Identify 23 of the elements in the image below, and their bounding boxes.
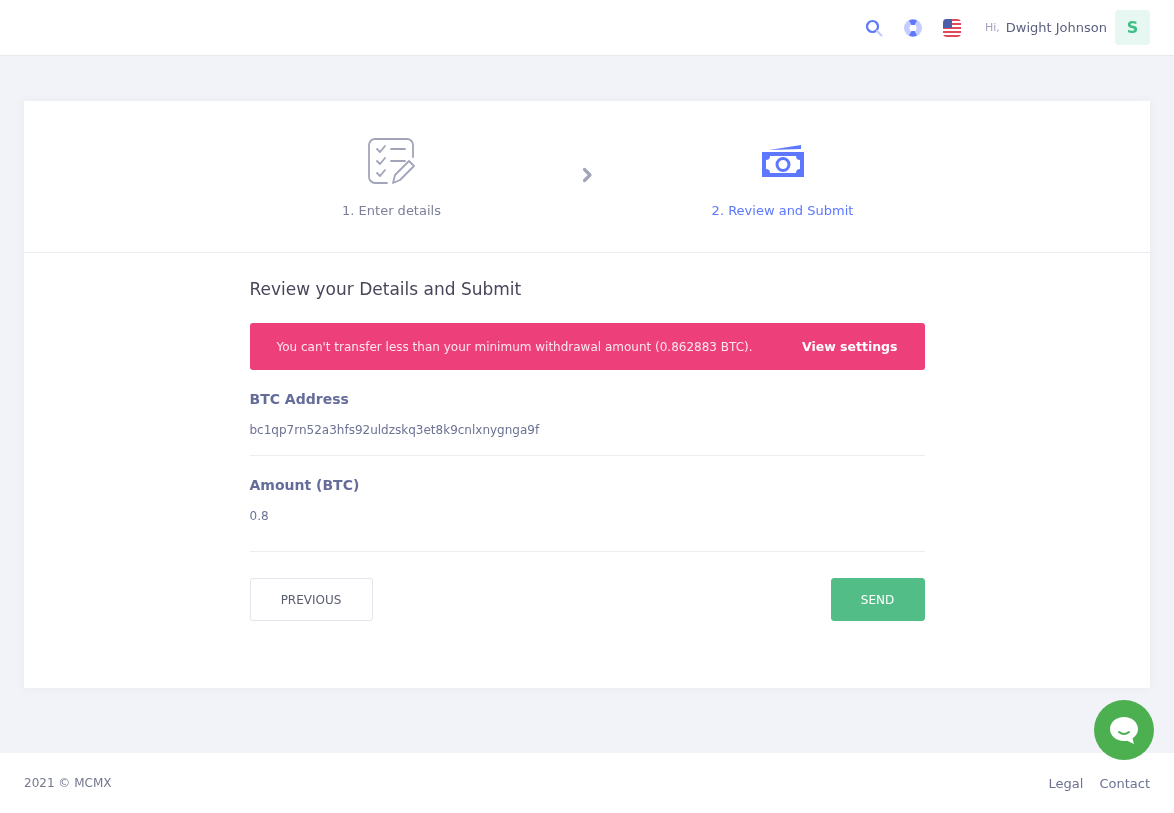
view-settings-link[interactable]: View settings (801, 339, 898, 354)
send-button[interactable]: SEND (830, 578, 925, 621)
chat-button[interactable] (1094, 700, 1154, 760)
field-value: bc1qp7rn52a3hfs92uldzskq3et8k9cnlxnygnga9f (249, 423, 541, 437)
step-label[interactable]: 2. Review and Submit (711, 203, 854, 218)
chevron-right-icon (581, 167, 593, 183)
field-value: 0.8 (249, 509, 270, 523)
checklist-pencil-icon (366, 137, 417, 185)
footer-link[interactable]: Legal (1048, 775, 1084, 791)
section-title: Review your Details and Submit (249, 279, 523, 299)
field-label: BTC Address (249, 391, 350, 407)
user-avatar[interactable]: S (1115, 10, 1150, 45)
footer-link[interactable]: Contact (1099, 775, 1150, 791)
user-name[interactable]: Dwight Johnson (1005, 20, 1107, 35)
alert-message: You can't transfer less than your minimum withdrawal amount (0.862883 BTC). (276, 339, 753, 354)
step-label[interactable]: 1. Enter details (342, 203, 441, 218)
greeting-text: Hi, (984, 21, 1000, 34)
copyright-text: 2021 © MCMX (24, 776, 112, 790)
previous-button[interactable]: PREVIOUS (249, 578, 373, 621)
flag-icon[interactable] (942, 18, 961, 37)
search-icon[interactable] (864, 18, 883, 37)
field-label: Amount (BTC) (249, 477, 361, 493)
support-icon[interactable] (902, 17, 923, 38)
